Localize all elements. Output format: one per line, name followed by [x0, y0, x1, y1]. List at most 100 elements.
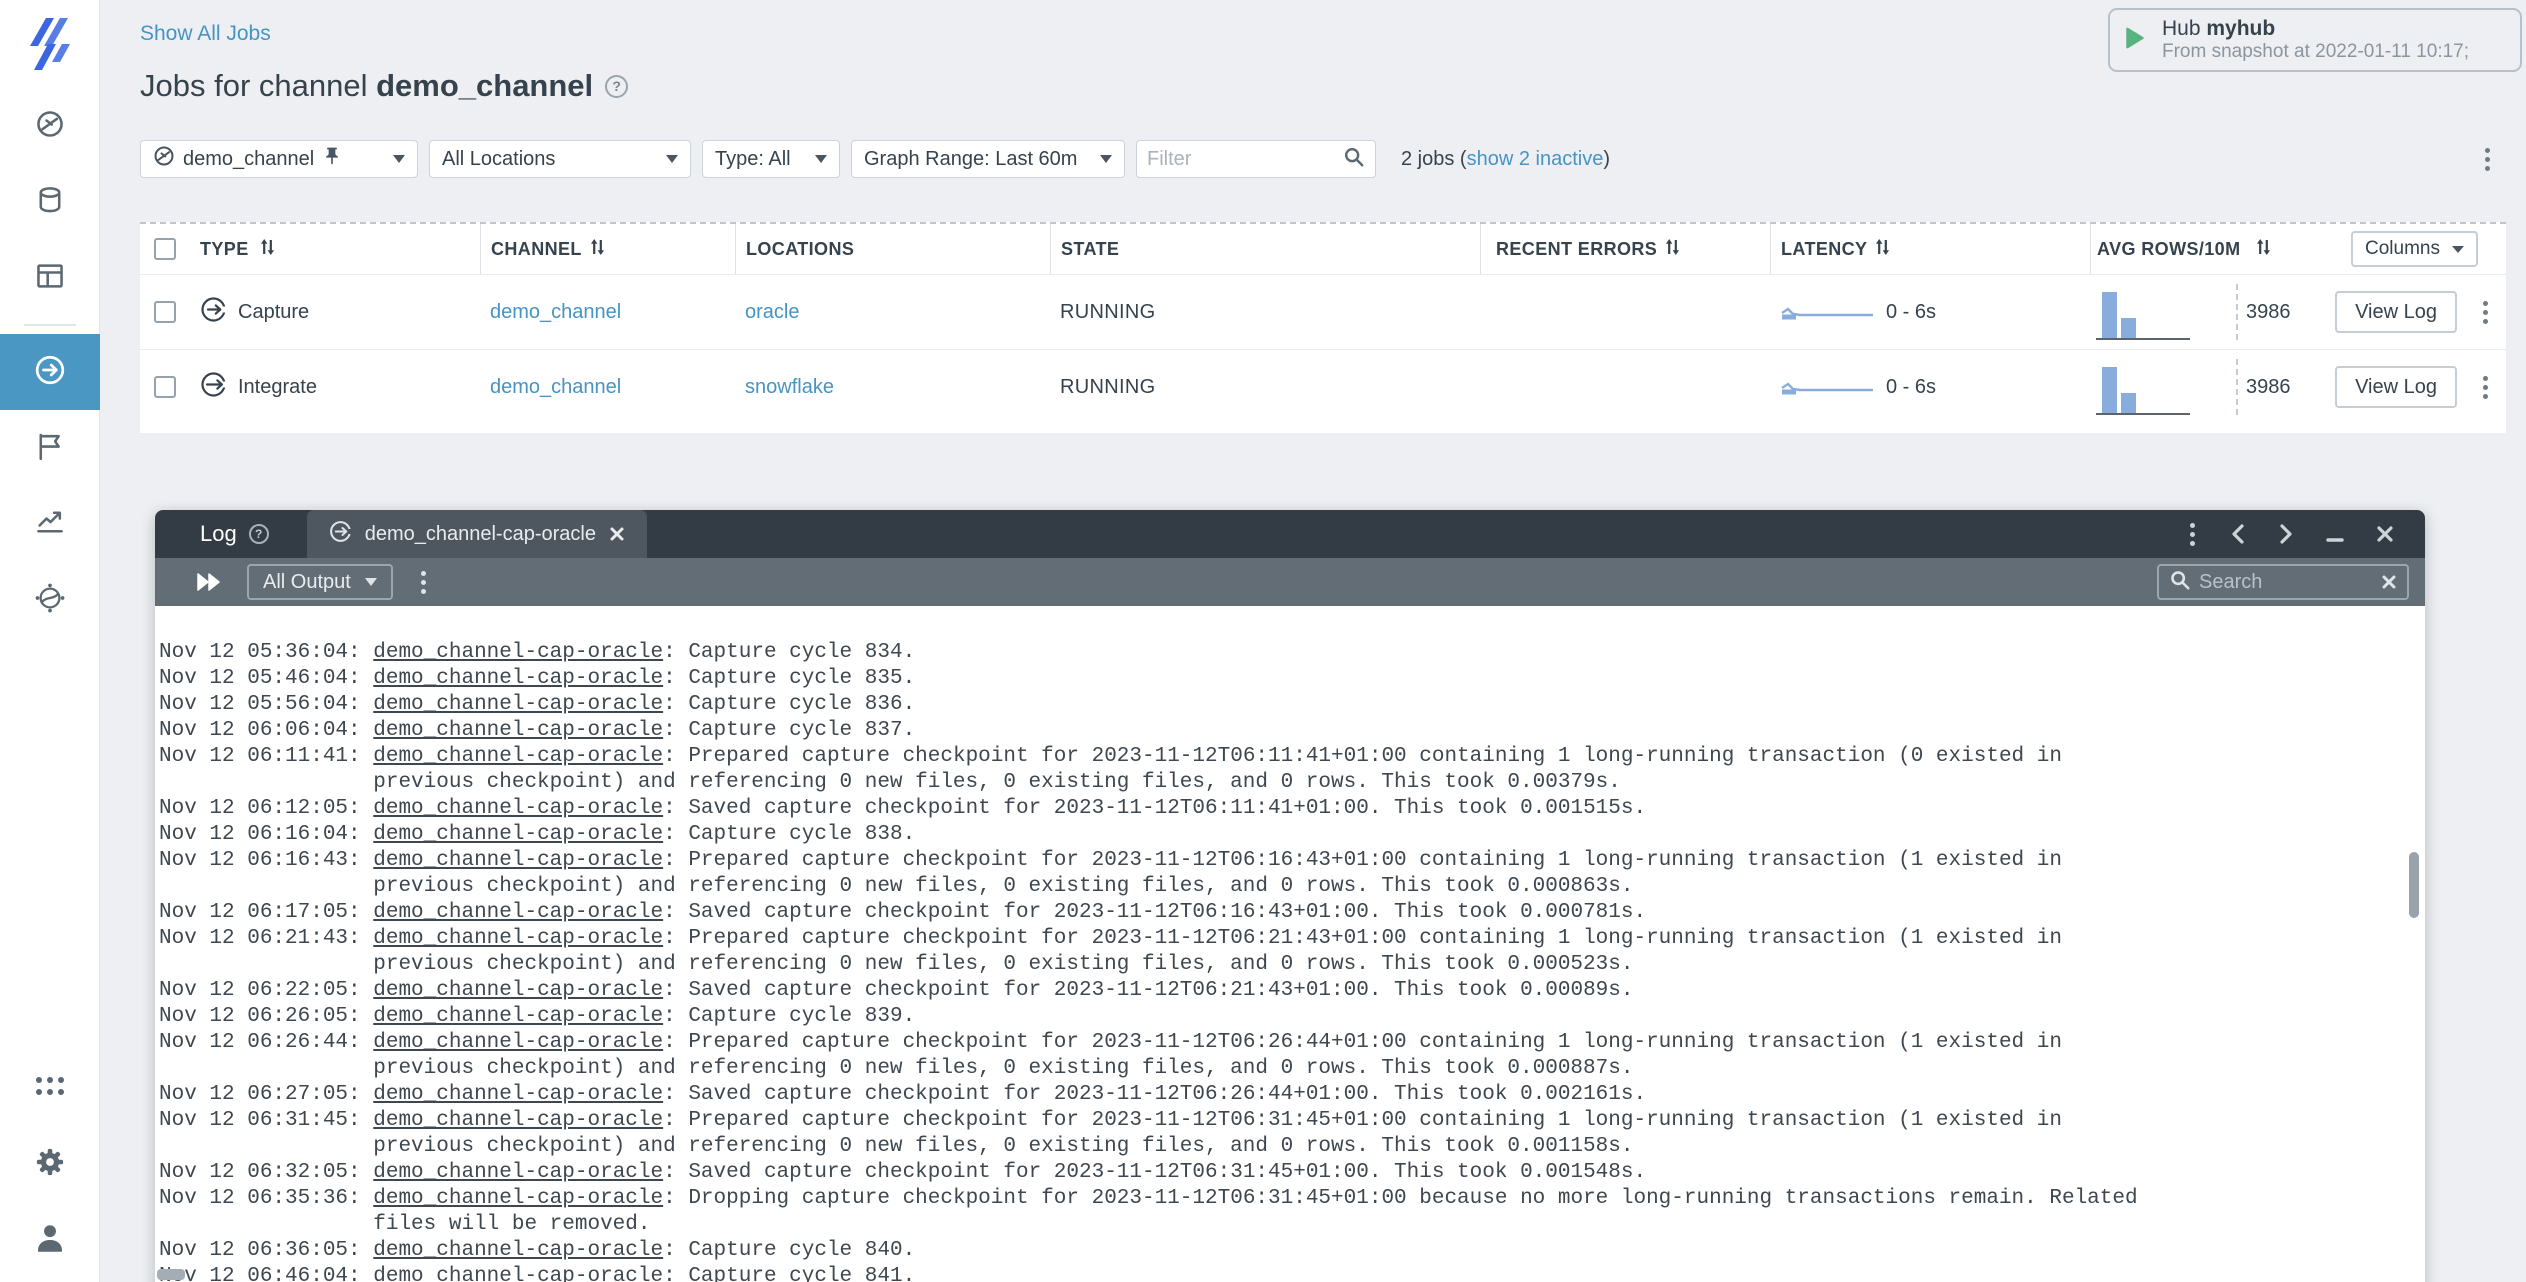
log-line: Nov 12 06:26:05: demo_channel-cap-oracle…	[159, 1004, 2175, 1030]
channel-link[interactable]: demo_channel	[490, 301, 621, 323]
log-source-link[interactable]: demo_channel-cap-oracle	[373, 1083, 663, 1106]
fast-forward-icon[interactable]	[195, 571, 223, 593]
log-body: Nov 12 05:36:04: demo_channel-cap-oracle…	[155, 606, 2425, 1282]
account-button[interactable]	[0, 1202, 100, 1278]
sidebar-item-channels[interactable]	[0, 88, 100, 164]
sidebar-item-network[interactable]	[0, 562, 100, 638]
type-filter-dropdown[interactable]: Type: All	[702, 140, 840, 178]
channel-link[interactable]: demo_channel	[490, 376, 621, 398]
log-tab[interactable]: demo_channel-cap-oracle	[306, 510, 647, 558]
log-source-link[interactable]: demo_channel-cap-oracle	[373, 1239, 663, 1262]
show-all-jobs-link[interactable]: Show All Jobs	[140, 22, 271, 46]
log-toolbar-kebab-menu[interactable]	[417, 567, 430, 598]
log-source-link[interactable]: demo_channel-cap-oracle	[373, 719, 663, 742]
prev-tab-icon[interactable]	[2229, 523, 2247, 545]
minimize-icon[interactable]	[2325, 523, 2345, 545]
sidebar-bottom	[0, 1050, 100, 1278]
log-source-link[interactable]: demo_channel-cap-oracle	[373, 849, 663, 872]
tab-close-icon[interactable]	[609, 526, 625, 542]
log-source-link[interactable]: demo_channel-cap-oracle	[373, 979, 663, 1002]
log-panel-title: Log ?	[200, 521, 269, 547]
log-line: Nov 12 06:46:04: demo_channel-cap-oracle…	[159, 1264, 2175, 1282]
log-message: Capture cycle 841.	[688, 1265, 916, 1282]
vertical-scrollbar-thumb[interactable]	[2409, 852, 2419, 918]
row-kebab-menu[interactable]	[2479, 297, 2492, 328]
log-line: Nov 12 06:06:04: demo_channel-cap-oracle…	[159, 718, 2175, 744]
view-log-button[interactable]: View Log	[2335, 291, 2457, 333]
sort-icon[interactable]	[590, 238, 605, 260]
log-source-link[interactable]: demo_channel-cap-oracle	[373, 1265, 663, 1282]
log-timestamp: Nov 12 05:36:04	[159, 641, 349, 664]
view-log-button[interactable]: View Log	[2335, 366, 2457, 408]
row-checkbox[interactable]	[154, 301, 176, 323]
log-line: Nov 12 06:11:41: demo_channel-cap-oracle…	[159, 744, 2175, 796]
sort-icon[interactable]	[260, 238, 275, 260]
sidebar-item-tables[interactable]	[0, 240, 100, 316]
location-link[interactable]: oracle	[745, 301, 799, 323]
log-message: Saved capture checkpoint for 2023-11-12T…	[688, 979, 1634, 1002]
log-source-link[interactable]: demo_channel-cap-oracle	[373, 927, 663, 950]
col-header-recent-errors: RECENT ERRORS	[1496, 238, 1658, 259]
log-source-link[interactable]: demo_channel-cap-oracle	[373, 1109, 663, 1132]
log-source-link[interactable]: demo_channel-cap-oracle	[373, 745, 663, 768]
row-checkbox[interactable]	[154, 376, 176, 398]
vertical-scrollbar	[2407, 606, 2421, 1282]
hub-status-badge[interactable]: Hub myhub From snapshot at 2022-01-11 10…	[2108, 8, 2522, 72]
log-source-link[interactable]: demo_channel-cap-oracle	[373, 1187, 663, 1210]
locations-filter-dropdown[interactable]: All Locations	[429, 140, 691, 178]
row-kebab-menu[interactable]	[2479, 372, 2492, 403]
settings-button[interactable]	[0, 1126, 100, 1202]
horizontal-scrollbar-thumb[interactable]	[157, 1269, 185, 1280]
select-all-checkbox[interactable]	[154, 238, 176, 260]
gear-icon	[34, 1146, 66, 1183]
log-separator: :	[663, 1109, 689, 1132]
app-logo[interactable]	[24, 16, 76, 74]
sort-icon[interactable]	[2256, 238, 2271, 260]
graph-range-dropdown[interactable]: Graph Range: Last 60m	[851, 140, 1125, 178]
avg-rows-value: 3986	[2246, 300, 2291, 323]
col-header-state: STATE	[1061, 238, 1120, 259]
hub-name: myhub	[2206, 17, 2276, 40]
location-link[interactable]: snowflake	[745, 376, 834, 398]
log-source-link[interactable]: demo_channel-cap-oracle	[373, 1161, 663, 1184]
col-header-locations: LOCATIONS	[746, 238, 855, 259]
channel-filter-dropdown[interactable]: demo_channel	[140, 140, 418, 178]
filter-input[interactable]	[1147, 147, 1343, 171]
log-separator: :	[663, 745, 689, 768]
sidebar-item-metrics[interactable]	[0, 486, 100, 562]
log-separator: :	[663, 927, 689, 950]
log-search-input[interactable]	[2199, 570, 2373, 594]
log-source-link[interactable]: demo_channel-cap-oracle	[373, 823, 663, 846]
filter-bar-kebab-menu[interactable]	[2481, 144, 2494, 175]
close-icon[interactable]	[2375, 524, 2395, 544]
sidebar-item-flags[interactable]	[0, 410, 100, 486]
log-source-link[interactable]: demo_channel-cap-oracle	[373, 1031, 663, 1054]
log-source-link[interactable]: demo_channel-cap-oracle	[373, 1005, 663, 1028]
log-timestamp: Nov 12 05:56:04	[159, 693, 349, 716]
log-panel-kebab-menu[interactable]	[2186, 519, 2199, 550]
show-inactive-link[interactable]: show 2 inactive	[1467, 148, 1604, 170]
help-icon[interactable]: ?	[248, 524, 269, 544]
output-filter-dropdown[interactable]: All Output	[247, 564, 393, 600]
log-source-link[interactable]: demo_channel-cap-oracle	[373, 641, 663, 664]
log-separator: :	[348, 1109, 374, 1132]
columns-button[interactable]: Columns	[2351, 231, 2478, 267]
log-separator: :	[348, 667, 374, 690]
log-source-link[interactable]: demo_channel-cap-oracle	[373, 797, 663, 820]
sidebar-item-jobs[interactable]	[0, 334, 100, 410]
log-panel-header: Log ? demo_channel-cap-oracle	[155, 510, 2425, 558]
apps-menu-button[interactable]	[0, 1050, 100, 1126]
sort-icon[interactable]	[1875, 238, 1890, 260]
log-source-link[interactable]: demo_channel-cap-oracle	[373, 901, 663, 924]
log-source-link[interactable]: demo_channel-cap-oracle	[373, 667, 663, 690]
jobs-count-prefix: 2 jobs (	[1401, 147, 1467, 170]
sidebar-item-databases[interactable]	[0, 164, 100, 240]
sort-icon[interactable]	[1665, 238, 1680, 260]
log-title-text: Log	[200, 521, 237, 546]
chevron-down-icon	[1100, 155, 1112, 163]
help-icon[interactable]: ?	[605, 74, 629, 98]
clear-search-icon[interactable]	[2381, 574, 2397, 590]
log-source-link[interactable]: demo_channel-cap-oracle	[373, 693, 663, 716]
next-tab-icon[interactable]	[2277, 523, 2295, 545]
log-separator: :	[348, 719, 374, 742]
